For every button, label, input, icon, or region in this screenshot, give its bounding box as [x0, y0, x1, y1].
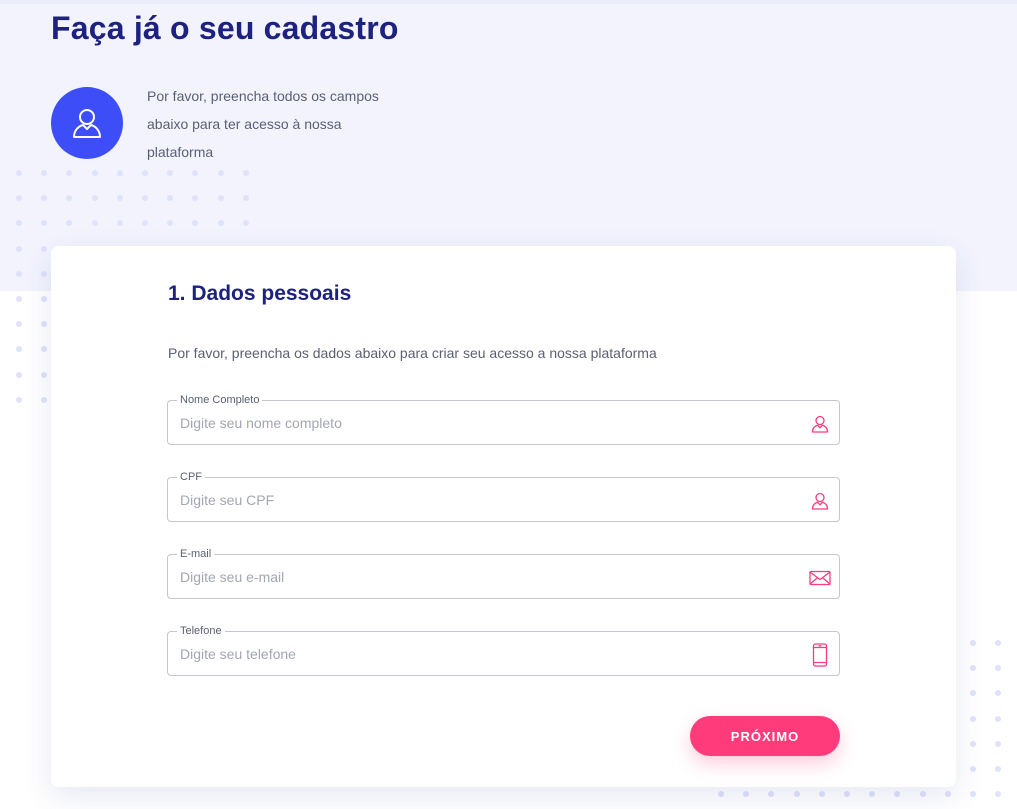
- decorative-dot: [242, 195, 249, 202]
- phone-input[interactable]: [180, 642, 790, 666]
- decorative-dot: [793, 791, 800, 798]
- page-title: Faça já o seu cadastro: [51, 10, 399, 46]
- decorative-dot: [844, 791, 850, 798]
- decorative-dot: [970, 791, 976, 798]
- decorative-dot: [995, 665, 1002, 672]
- decorative-dot: [16, 396, 22, 403]
- decorative-dot: [16, 170, 22, 176]
- cpf-label: CPF: [177, 470, 205, 484]
- decorative-dot: [743, 791, 750, 798]
- email-input[interactable]: [180, 565, 790, 589]
- user-icon: [809, 413, 831, 435]
- decorative-dot: [869, 791, 876, 798]
- full-name-label: Nome Completo: [177, 393, 263, 407]
- decorative-dot: [995, 715, 1002, 722]
- decorative-dot: [16, 371, 22, 378]
- decorative-dot: [919, 791, 926, 798]
- decorative-dot: [41, 396, 48, 403]
- decorative-dot: [16, 346, 22, 353]
- decorative-dot: [16, 321, 22, 328]
- decorative-dot: [894, 791, 901, 798]
- user-icon: [73, 109, 101, 138]
- email-label: E-mail: [177, 547, 215, 561]
- decorative-dot: [970, 665, 976, 672]
- decorative-dot: [970, 740, 976, 747]
- decorative-dot: [217, 195, 224, 202]
- avatar: [51, 87, 123, 159]
- decorative-dot: [970, 715, 976, 722]
- decorative-dot: [970, 640, 976, 646]
- envelope-icon: [809, 567, 831, 589]
- section-description: Por favor, preencha os dados abaixo para…: [168, 345, 657, 361]
- decorative-dot: [91, 170, 98, 176]
- decorative-dot: [16, 270, 22, 277]
- decorative-dot: [41, 245, 48, 252]
- cpf-field: CPF: [167, 470, 840, 522]
- decorative-dot: [970, 690, 976, 697]
- cpf-input[interactable]: [180, 488, 790, 512]
- user-icon: [809, 490, 831, 512]
- registration-card: 1. Dados pessoais Por favor, preencha os…: [51, 246, 956, 787]
- phone-field: Telefone: [167, 624, 840, 676]
- intro-text: Por favor, preencha todos os campos abai…: [147, 88, 379, 160]
- phone-label: Telefone: [177, 624, 225, 638]
- email-field: E-mail: [167, 547, 840, 599]
- decorative-dot: [116, 195, 123, 202]
- decorative-dot: [995, 766, 1002, 772]
- decorative-dot: [718, 791, 724, 798]
- full-name-field: Nome Completo: [167, 393, 840, 445]
- decorative-dot: [41, 346, 48, 353]
- decorative-dot: [970, 766, 976, 772]
- decorative-dot: [995, 740, 1002, 747]
- decorative-dot: [16, 296, 22, 302]
- next-button[interactable]: PRÓXIMO: [690, 716, 840, 756]
- decorative-dot: [41, 321, 48, 328]
- decorative-dot: [818, 791, 825, 798]
- decorative-dot: [768, 791, 775, 798]
- decorative-dot: [217, 170, 224, 176]
- decorative-dot: [995, 791, 1002, 798]
- decorative-dot: [41, 371, 48, 378]
- decorative-dot: [995, 640, 1002, 646]
- full-name-input[interactable]: [180, 411, 790, 435]
- decorative-dot: [242, 170, 249, 176]
- decorative-dot: [995, 690, 1002, 697]
- decorative-dot: [142, 170, 148, 176]
- decorative-dot: [41, 270, 48, 277]
- section-title: 1. Dados pessoais: [168, 282, 352, 305]
- decorative-dot: [16, 245, 22, 252]
- decorative-dot: [41, 296, 48, 302]
- decorative-dot: [944, 791, 951, 798]
- decorative-dot: [91, 195, 98, 202]
- phone-icon: [809, 643, 831, 667]
- decorative-dot: [116, 170, 123, 176]
